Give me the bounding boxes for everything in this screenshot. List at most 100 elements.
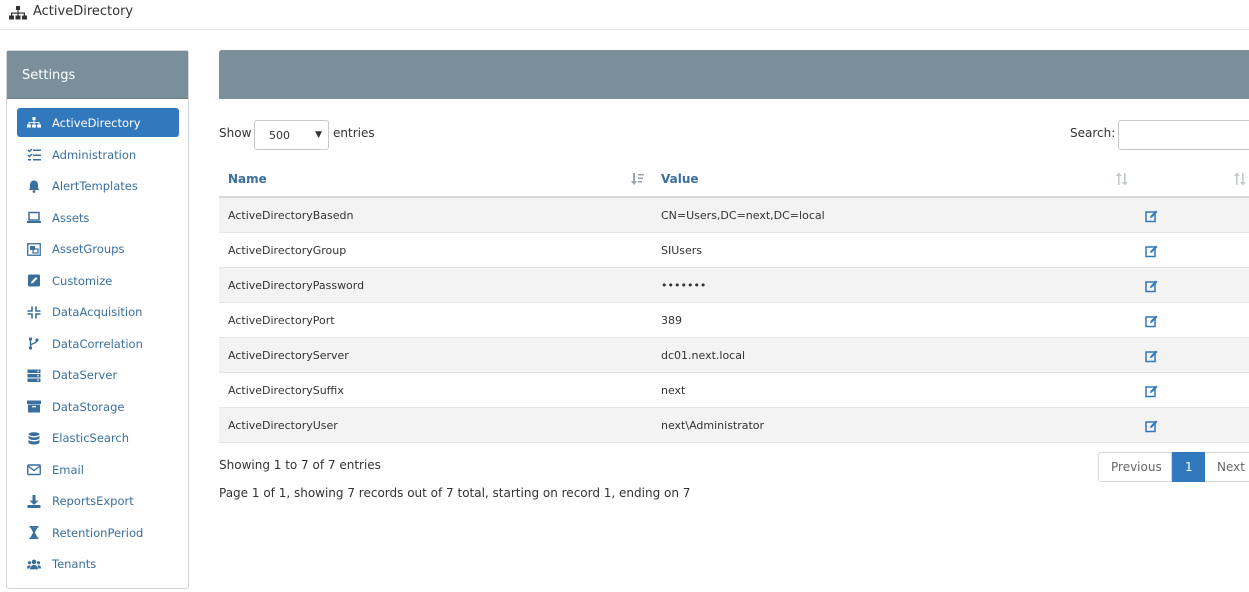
page-1-button[interactable]: 1 — [1172, 452, 1205, 482]
code-branch-icon — [26, 337, 42, 351]
edit-icon[interactable] — [1145, 209, 1159, 223]
column-header-name[interactable]: Name — [228, 172, 267, 186]
settings-sidebar: Settings ActiveDirectory Administration … — [6, 50, 189, 589]
sidebar-item-label: ActiveDirectory — [52, 115, 141, 130]
entries-label: entries — [333, 126, 375, 140]
sidebar-item-label: DataServer — [52, 368, 118, 383]
table-header: Name Value — [219, 162, 1249, 198]
edit-icon[interactable] — [1145, 279, 1159, 293]
sidebar-item-activedirectory[interactable]: ActiveDirectory — [17, 108, 179, 137]
cell-name: ActiveDirectoryServer — [228, 349, 349, 362]
table-row: ActiveDirectoryPort 389 — [219, 303, 1249, 338]
sidebar-item-label: RetentionPeriod — [52, 525, 144, 540]
server-icon — [26, 368, 42, 382]
table-info: Showing 1 to 7 of 7 entries — [219, 458, 381, 472]
sidebar-item-label: DataCorrelation — [52, 336, 143, 351]
sidebar-item-label: DataAcquisition — [52, 305, 143, 320]
cell-value: 389 — [661, 314, 682, 327]
sidebar-item-label: Tenants — [52, 557, 97, 572]
sort-desc-icon[interactable] — [631, 172, 645, 190]
cell-name: ActiveDirectoryPassword — [228, 279, 365, 292]
sitemap-icon — [9, 6, 27, 20]
hourglass-icon — [26, 526, 42, 540]
users-icon — [26, 557, 42, 571]
database-icon — [26, 431, 42, 445]
caret-down-icon: ▼ — [315, 130, 322, 140]
sidebar-item-label: ElasticSearch — [52, 431, 130, 446]
pagination: Previous 1 Next — [1098, 452, 1249, 482]
edit-square-icon — [26, 274, 42, 288]
entries-select-value: 500 — [269, 129, 290, 142]
cell-value: SIUsers — [661, 244, 703, 257]
sidebar-item-reportsexport[interactable]: ReportsExport — [17, 486, 179, 518]
sidebar-item-email[interactable]: Email — [17, 454, 179, 486]
laptop-icon — [26, 211, 42, 225]
sidebar-item-label: AlertTemplates — [52, 179, 138, 194]
envelope-icon — [26, 463, 42, 477]
sidebar-item-label: Administration — [52, 147, 137, 162]
sidebar-item-alerttemplates[interactable]: AlertTemplates — [17, 171, 179, 203]
sidebar-item-label: Email — [52, 462, 84, 477]
download-icon — [26, 494, 42, 508]
sitemap-icon — [26, 116, 42, 130]
sidebar-item-datacorrelation[interactable]: DataCorrelation — [17, 328, 179, 360]
edit-icon[interactable] — [1145, 419, 1159, 433]
cell-name: ActiveDirectoryBasedn — [228, 209, 354, 222]
cell-value: dc01.next.local — [661, 349, 746, 362]
sidebar-item-tenants[interactable]: Tenants — [17, 549, 179, 581]
edit-icon[interactable] — [1145, 384, 1159, 398]
archive-icon — [26, 400, 42, 414]
sort-both-icon[interactable] — [1233, 172, 1247, 190]
sidebar-item-datastorage[interactable]: DataStorage — [17, 391, 179, 423]
search-label: Search: — [1070, 126, 1116, 140]
sidebar-title: Settings — [7, 51, 188, 99]
sidebar-item-label: Customize — [52, 273, 113, 288]
settings-table: Name Value ActiveDirectoryBasedn CN=User… — [219, 162, 1249, 443]
cell-value: next — [661, 384, 686, 397]
sidebar-item-elasticsearch[interactable]: ElasticSearch — [17, 423, 179, 455]
sidebar-item-assets[interactable]: Assets — [17, 202, 179, 234]
panel-header — [219, 50, 1249, 99]
sort-both-icon[interactable] — [1115, 172, 1129, 190]
entries-select[interactable]: 500 ▼ — [254, 120, 329, 150]
cell-name: ActiveDirectoryGroup — [228, 244, 347, 257]
table-row: ActiveDirectoryServer dc01.next.local — [219, 338, 1249, 373]
edit-icon[interactable] — [1145, 314, 1159, 328]
sidebar-item-administration[interactable]: Administration — [17, 139, 179, 171]
sidebar-item-customize[interactable]: Customize — [17, 265, 179, 297]
bell-icon — [26, 179, 42, 193]
table-row: ActiveDirectoryGroup SIUsers — [219, 233, 1249, 268]
table-row: ActiveDirectoryUser next\Administrator — [219, 408, 1249, 443]
list-check-icon — [26, 148, 42, 162]
object-group-icon — [26, 242, 42, 256]
cell-name: ActiveDirectorySuffix — [228, 384, 344, 397]
previous-page-button[interactable]: Previous — [1098, 452, 1172, 482]
sidebar-item-label: AssetGroups — [52, 242, 125, 257]
cell-name: ActiveDirectoryUser — [228, 419, 338, 432]
search-input[interactable] — [1118, 120, 1249, 150]
sidebar-item-label: DataStorage — [52, 399, 125, 414]
column-header-value[interactable]: Value — [661, 172, 699, 186]
sidebar-item-dataacquisition[interactable]: DataAcquisition — [17, 297, 179, 329]
page-title: ActiveDirectory — [33, 4, 134, 19]
cell-value: CN=Users,DC=next,DC=local — [661, 209, 825, 222]
table-row: ActiveDirectoryPassword ••••••• — [219, 268, 1249, 303]
cell-value: ••••••• — [661, 279, 707, 292]
sidebar-item-dataserver[interactable]: DataServer — [17, 360, 179, 392]
table-body: ActiveDirectoryBasedn CN=Users,DC=next,D… — [219, 198, 1249, 443]
cell-value: next\Administrator — [661, 419, 765, 432]
sidebar-item-assetgroups[interactable]: AssetGroups — [17, 234, 179, 266]
sidebar-menu: ActiveDirectory Administration AlertTemp… — [17, 108, 179, 580]
table-row: ActiveDirectorySuffix next — [219, 373, 1249, 408]
cell-name: ActiveDirectoryPort — [228, 314, 335, 327]
page-info: Page 1 of 1, showing 7 records out of 7 … — [219, 486, 691, 500]
sidebar-item-label: Assets — [52, 210, 90, 225]
show-label: Show — [219, 126, 252, 140]
compress-icon — [26, 305, 42, 319]
sidebar-item-retentionperiod[interactable]: RetentionPeriod — [17, 517, 179, 549]
edit-icon[interactable] — [1145, 349, 1159, 363]
next-page-button[interactable]: Next — [1205, 452, 1249, 482]
table-row: ActiveDirectoryBasedn CN=Users,DC=next,D… — [219, 198, 1249, 233]
sidebar-item-label: ReportsExport — [52, 494, 134, 509]
edit-icon[interactable] — [1145, 244, 1159, 258]
